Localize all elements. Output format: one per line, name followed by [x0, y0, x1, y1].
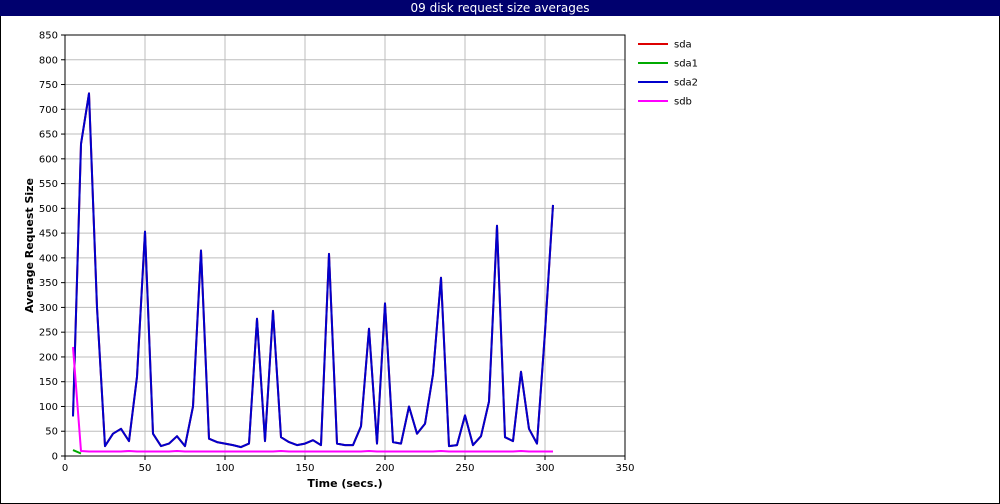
y-tick-label: 50	[45, 427, 58, 438]
x-tick-label: 300	[535, 463, 554, 474]
y-tick-label: 300	[39, 303, 58, 314]
legend-label-sdb: sdb	[674, 97, 692, 108]
y-tick-label: 100	[39, 402, 58, 413]
x-tick-label: 150	[295, 463, 314, 474]
y-tick-label: 600	[39, 154, 58, 165]
y-tick-label: 550	[39, 179, 58, 190]
chart-area: 0501001502002503003504004505005506006507…	[23, 31, 698, 491]
y-tick-label: 0	[52, 452, 58, 463]
x-tick-label: 250	[455, 463, 474, 474]
x-tick-label: 200	[375, 463, 394, 474]
y-tick-label: 750	[39, 80, 58, 91]
y-tick-label: 800	[39, 55, 58, 66]
y-tick-label: 450	[39, 229, 58, 240]
y-tick-label: 250	[39, 328, 58, 339]
x-tick-label: 0	[62, 463, 68, 474]
y-tick-label: 350	[39, 278, 58, 289]
y-tick-label: 150	[39, 377, 58, 388]
legend: sda sda1 sda2 sdb	[638, 40, 698, 108]
y-tick-label: 650	[39, 130, 58, 141]
y-tick-label: 700	[39, 105, 58, 116]
x-axis-label: Time (secs.)	[307, 477, 382, 490]
legend-label-sda1: sda1	[674, 59, 698, 70]
legend-label-sda: sda	[674, 40, 692, 51]
y-axis-label: Average Request Size	[23, 178, 36, 313]
y-tick-label: 400	[39, 253, 58, 264]
y-tick-label: 500	[39, 204, 58, 215]
x-tick-label: 100	[215, 463, 234, 474]
x-tick-label: 350	[615, 463, 634, 474]
series-line-sda1	[72, 449, 82, 455]
y-tick-label: 200	[39, 352, 58, 363]
legend-label-sda2: sda2	[674, 78, 698, 89]
y-tick-label: 850	[39, 31, 58, 42]
x-tick-label: 50	[139, 463, 152, 474]
